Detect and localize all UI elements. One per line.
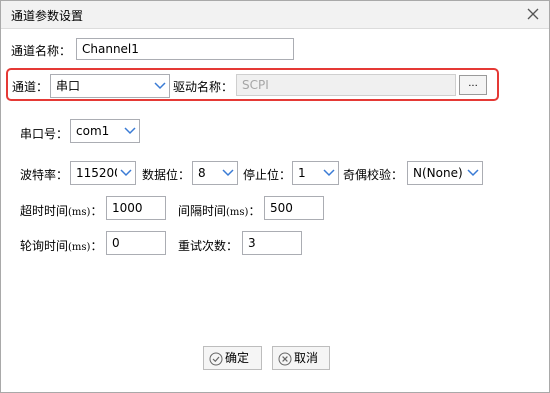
stop-bits-select[interactable]: 1 [292, 161, 339, 185]
close-icon[interactable] [525, 6, 541, 22]
poll-label-colon: ： [90, 239, 103, 253]
cancel-button-label: 取消 [294, 351, 319, 365]
driver-name-input: SCPI [236, 74, 456, 96]
poll-label: 轮询时间(ms)： [20, 237, 102, 254]
driver-browse-button[interactable]: ... [459, 75, 487, 95]
channel-label: 通道： [12, 80, 49, 94]
check-circle-icon [209, 351, 223, 373]
channel-name-label: 通道名称： [11, 44, 72, 58]
interval-unit: (ms) [226, 207, 249, 218]
chevron-down-icon [219, 162, 237, 184]
channel-name-input[interactable]: Channel1 [76, 38, 294, 60]
dialog-title: 通道参数设置 [11, 9, 84, 23]
ok-button[interactable]: 确定 [203, 346, 262, 370]
ok-button-label: 确定 [225, 351, 250, 365]
poll-input[interactable]: 0 [106, 231, 166, 255]
channel-settings-dialog: 通道参数设置 通道名称： Channel1 通道： 串口 驱动名称： SCPI … [0, 0, 550, 393]
parity-value: N(None) [413, 166, 463, 180]
data-bits-label: 数据位： [142, 168, 191, 182]
chevron-down-icon [320, 162, 338, 184]
interval-label: 间隔时间(ms)： [178, 202, 260, 219]
baud-rate-value: 115200 [76, 166, 122, 180]
poll-label-text: 轮询时间 [20, 239, 69, 253]
cancel-circle-icon [278, 351, 292, 373]
parity-label: 奇偶校验： [343, 168, 404, 182]
chevron-down-icon [121, 120, 139, 142]
chevron-down-icon [117, 162, 135, 184]
serial-port-select[interactable]: com1 [70, 119, 140, 143]
channel-type-select[interactable]: 串口 [50, 74, 170, 98]
poll-unit: (ms) [68, 242, 91, 253]
channel-type-value: 串口 [56, 79, 81, 93]
title-bar: 通道参数设置 [1, 1, 549, 29]
cancel-button[interactable]: 取消 [272, 346, 330, 370]
interval-label-colon: ： [248, 204, 261, 218]
timeout-input[interactable]: 1000 [106, 196, 166, 220]
retry-input[interactable]: 3 [242, 231, 302, 255]
interval-label-text: 间隔时间 [178, 204, 227, 218]
timeout-label: 超时时间(ms)： [20, 202, 102, 219]
baud-rate-select[interactable]: 115200 [70, 161, 136, 185]
parity-select[interactable]: N(None) [407, 161, 483, 185]
data-bits-value: 8 [198, 166, 206, 180]
stop-bits-value: 1 [298, 166, 306, 180]
interval-input[interactable]: 500 [264, 196, 324, 220]
stop-bits-label: 停止位： [243, 168, 292, 182]
baud-rate-label: 波特率： [20, 168, 69, 182]
timeout-label-colon: ： [90, 204, 103, 218]
driver-name-label: 驱动名称： [173, 80, 234, 94]
chevron-down-icon [151, 75, 169, 97]
serial-port-label: 串口号： [20, 127, 69, 141]
data-bits-select[interactable]: 8 [192, 161, 238, 185]
retry-label: 重试次数： [178, 239, 239, 253]
serial-port-value: com1 [76, 124, 110, 138]
timeout-label-text: 超时时间 [20, 204, 69, 218]
timeout-unit: (ms) [68, 207, 91, 218]
chevron-down-icon [464, 162, 482, 184]
